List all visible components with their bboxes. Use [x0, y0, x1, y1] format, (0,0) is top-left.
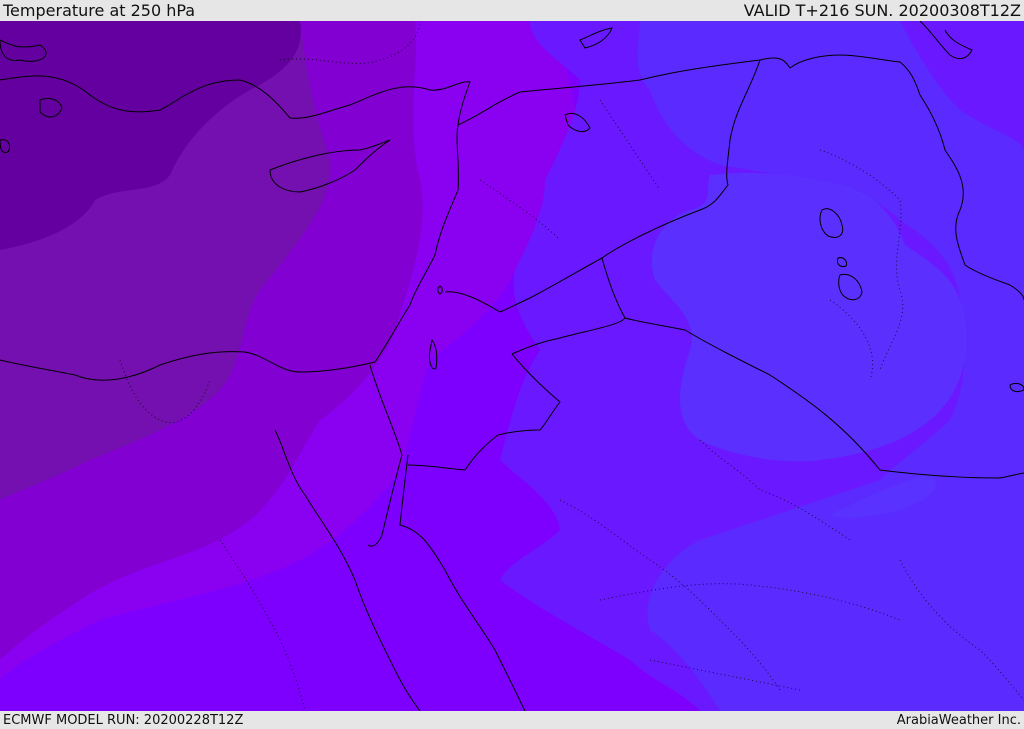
- valid-time: VALID T+216 SUN. 20200308T12Z: [743, 1, 1021, 20]
- map-title: Temperature at 250 hPa: [3, 1, 196, 20]
- credit: ArabiaWeather Inc.: [896, 712, 1021, 728]
- header-bar: Temperature at 250 hPa VALID T+216 SUN. …: [0, 0, 1024, 21]
- temperature-map[interactable]: [0, 21, 1024, 711]
- map-canvas: [0, 21, 1024, 711]
- model-run: ECMWF MODEL RUN: 20200228T12Z: [3, 712, 244, 728]
- footer-bar: ECMWF MODEL RUN: 20200228T12Z ArabiaWeat…: [0, 711, 1024, 729]
